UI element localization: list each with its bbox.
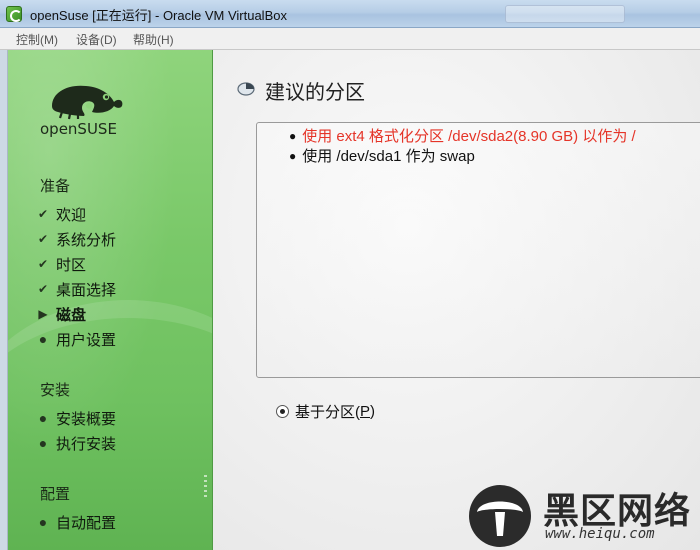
menu-control[interactable]: 控制(M) [16,31,58,48]
sidebar-resize-grip[interactable] [204,475,207,499]
chameleon-icon [52,85,123,120]
proposal-item: ● 使用 ext4 格式化分区 /dev/sda2(8.90 GB) 以作为 / [289,125,636,146]
proposal-item-text: 使用 /dev/sda1 作为 swap [302,148,475,165]
partition-proposal-box: ● 使用 ext4 格式化分区 /dev/sda2(8.90 GB) 以作为 /… [256,122,700,378]
section-title-install: 安装 [40,382,71,399]
sidebar-item-label: 桌面选择 [56,281,117,299]
opensuse-logo: openSUSE [40,85,123,138]
sidebar-item-label: 时区 [56,256,87,274]
bullet-icon: ● [289,148,297,163]
menubar: 控制(M) 设备(D) 帮助(H) [0,28,700,50]
sidebar-item-install-summary[interactable]: ● 安装概要 [36,408,116,428]
bullet-icon: ● [289,128,297,143]
bullet-icon: ● [38,331,48,347]
mushroom-logo-icon [469,485,531,547]
sidebar-item-desktop-selection[interactable]: ✔ 桌面选择 [36,279,116,299]
sidebar-item-label: 系统分析 [56,231,117,249]
bullet-icon: ● [38,514,48,530]
window-title: openSuse [正在运行] - Oracle VM VirtualBox [30,8,287,23]
menu-help[interactable]: 帮助(H) [133,31,174,48]
sidebar-item-auto-config[interactable]: ● 自动配置 [36,512,116,532]
sidebar-item-label: 自动配置 [56,514,117,532]
check-icon: ✔ [37,207,49,221]
section-title-prepare: 准备 [40,178,71,195]
disk-partition-icon [237,82,255,96]
radio-label-prefix: 基于分区( [295,404,360,421]
partition-based-radio[interactable]: 基于分区(P) [276,401,375,422]
sidebar-item-label: 安装概要 [56,410,117,428]
menu-devices[interactable]: 设备(D) [76,31,117,48]
sidebar-item-perform-install[interactable]: ● 执行安装 [36,433,116,453]
window-titlebar[interactable]: openSuse [正在运行] - Oracle VM VirtualBox [0,0,700,28]
main-content: 建议的分区 ● 使用 ext4 格式化分区 /dev/sda2(8.90 GB)… [213,50,700,550]
sidebar-item-system-analysis[interactable]: ✔ 系统分析 [36,229,116,249]
arrow-right-icon: ▶ [38,307,48,321]
sidebar-item-label: 用户设置 [56,331,117,349]
check-icon: ✔ [37,232,49,246]
sidebar-item-label: 执行安装 [56,435,117,453]
radio-label-accesskey: P [360,403,371,420]
proposal-item-text: 使用 ext4 格式化分区 /dev/sda2(8.90 GB) 以作为 / [302,128,636,145]
watermark-url: www.heiqu.com [545,526,655,542]
radio-label-suffix: ) [370,403,376,420]
bullet-icon: ● [38,435,48,451]
check-icon: ✔ [37,282,49,296]
window-left-frame [0,50,8,550]
installer-sidebar: openSUSE 准备 ✔ 欢迎 ✔ 系统分析 ✔ 时区 ✔ 桌面选择 ▶ 磁盘… [8,50,213,550]
sidebar-item-label: 磁盘 [56,306,87,324]
page-title: 建议的分区 [265,82,365,104]
sidebar-item-welcome[interactable]: ✔ 欢迎 [36,204,86,224]
proposal-item: ● 使用 /dev/sda1 作为 swap [289,145,475,166]
sidebar-item-timezone[interactable]: ✔ 时区 [36,254,86,274]
site-watermark: 黑区网络 www.heiqu.com [465,482,700,550]
section-title-configure: 配置 [40,486,71,503]
check-icon: ✔ [37,257,49,271]
logo-wordmark: openSUSE [40,120,117,138]
radio-button[interactable] [276,405,289,418]
sidebar-item-label: 欢迎 [56,206,87,224]
sidebar-item-disk[interactable]: ▶ 磁盘 [36,304,86,324]
virtualbox-app-icon [6,6,22,22]
bullet-icon: ● [38,410,48,426]
titlebar-ghost-tab [505,5,625,23]
sidebar-item-user-settings[interactable]: ● 用户设置 [36,329,116,349]
